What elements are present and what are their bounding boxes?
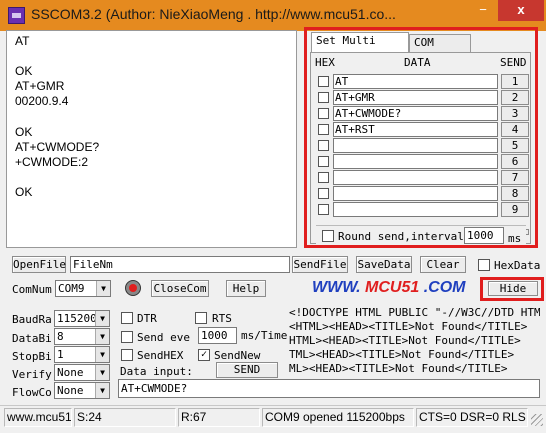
hex-data-label: HexData — [494, 259, 541, 272]
receive-line: OK — [15, 124, 33, 139]
close-button[interactable]: x — [498, 0, 544, 21]
multi-send-highlight — [304, 27, 538, 248]
window-title: SSCOM3.2 (Author: NieXiaoMeng . http://w… — [31, 6, 396, 22]
send-every-unit: ms/Time — [241, 329, 288, 342]
html-preview-line: <!DOCTYPE HTML PUBLIC "-//W3C//DTD HTML … — [289, 306, 540, 319]
serial-settings: BaudRa 115200 ▼ DataBi 8 ▼ StopBi 1 ▼ Verif… — [10, 305, 112, 400]
stop-bits-select[interactable]: 1 ▼ — [54, 346, 110, 363]
hide-highlight — [480, 277, 544, 301]
verify-label: Verify — [12, 368, 52, 381]
send-new-checkbox[interactable]: ✓ — [198, 349, 210, 361]
flow-control-value: None — [57, 384, 84, 397]
html-preview-line: ML><HEAD><TITLE>Not Found</TITLE> — [289, 362, 508, 375]
rts-label: RTS — [212, 312, 232, 325]
stop-bits-label: StopBi — [12, 350, 52, 363]
status-signals: CTS=0 DSR=0 RLS — [416, 408, 528, 427]
receive-area[interactable]: AT OK AT+GMR 00200.9.4 OK AT+CWMODE? +CWMODE:2… — [6, 30, 297, 248]
open-file-button[interactable]: OpenFile — [12, 256, 66, 273]
check-icon: ✓ — [200, 349, 208, 360]
send-button[interactable]: SEND — [216, 362, 278, 378]
data-bits-value: 8 — [57, 330, 64, 343]
website-suffix: .COM — [423, 279, 466, 296]
send-hex-checkbox[interactable] — [121, 349, 133, 361]
data-bits-select[interactable]: 8 ▼ — [54, 328, 110, 345]
rts-checkbox[interactable] — [195, 312, 207, 324]
data-bits-label: DataBi — [12, 332, 52, 345]
file-name-input[interactable]: FileNm — [70, 256, 290, 273]
html-preview-line: <HTML><HEAD><TITLE>Not Found</TITLE> — [289, 320, 528, 333]
dtr-checkbox[interactable] — [121, 312, 133, 324]
website-banner[interactable]: WWW. MCU51 .COM — [312, 279, 465, 297]
receive-line: 00200.9.4 — [15, 94, 69, 109]
website-brand: MCU51 — [365, 279, 420, 296]
receive-line: +CWMODE:2 — [15, 154, 89, 169]
status-bar: www.mcu51.cor S:24 R:67 COM9 opened 1152… — [0, 405, 546, 429]
com-num-select[interactable]: COM9 ▼ — [55, 280, 111, 297]
verify-select[interactable]: None ▼ — [54, 364, 110, 381]
receive-line: AT+GMR — [15, 79, 65, 94]
resize-grip-icon[interactable] — [531, 414, 543, 426]
minimize-button[interactable]: − — [470, 0, 496, 21]
website-prefix: WWW. — [312, 279, 361, 296]
html-preview-line: HTML><HEAD><TITLE>Not Found</TITLE> — [289, 334, 521, 347]
flow-control-select[interactable]: None ▼ — [54, 382, 110, 399]
baud-rate-value: 115200 — [57, 312, 97, 325]
chevron-down-icon: ▼ — [96, 281, 110, 296]
status-port: COM9 opened 115200bps — [262, 408, 414, 427]
send-file-button[interactable]: SendFile — [292, 256, 348, 273]
chevron-down-icon: ▼ — [95, 329, 109, 344]
com-num-label: ComNum — [12, 283, 52, 296]
help-button[interactable]: Help — [226, 280, 266, 297]
verify-value: None — [57, 366, 84, 379]
receive-line: AT+CWMODE? — [15, 139, 100, 154]
chevron-down-icon: ▼ — [95, 347, 109, 362]
receive-line: OK — [15, 64, 33, 79]
data-input-label: Data input: — [120, 365, 193, 378]
stop-bits-value: 1 — [57, 348, 64, 361]
flow-control-label: FlowCo — [12, 386, 52, 399]
send-every-interval-input[interactable]: 1000 — [198, 327, 237, 344]
status-received-count: R:67 — [178, 408, 260, 427]
dtr-label: DTR — [137, 312, 157, 325]
chevron-down-icon: ▼ — [95, 365, 109, 380]
send-new-label: SendNew — [214, 349, 261, 362]
hex-data-checkbox[interactable] — [478, 259, 490, 271]
receive-line: AT — [15, 34, 30, 48]
baud-rate-label: BaudRa — [12, 313, 52, 326]
chevron-down-icon: ▼ — [95, 383, 109, 398]
port-status-icon — [125, 280, 141, 296]
status-site: www.mcu51.cor — [4, 408, 72, 427]
baud-rate-select[interactable]: 115200 ▼ — [54, 310, 110, 327]
save-data-button[interactable]: SaveData — [356, 256, 412, 273]
send-every-checkbox[interactable] — [121, 331, 133, 343]
send-hex-label: SendHEX — [137, 349, 184, 362]
chevron-down-icon: ▼ — [95, 311, 109, 326]
com-num-value: COM9 — [58, 282, 85, 295]
html-preview-line: TML><HEAD><TITLE>Not Found</TITLE> — [289, 348, 515, 361]
html-preview: <!DOCTYPE HTML PUBLIC "-//W3C//DTD HTML … — [286, 305, 540, 377]
send-every-label: Send eve — [137, 331, 190, 344]
receive-line: OK — [15, 185, 33, 199]
clear-button[interactable]: Clear — [420, 256, 466, 273]
app-icon — [8, 7, 25, 24]
data-input-field[interactable]: AT+CWMODE? — [118, 379, 540, 398]
close-com-button[interactable]: CloseCom — [151, 280, 209, 297]
status-sent-count: S:24 — [74, 408, 176, 427]
